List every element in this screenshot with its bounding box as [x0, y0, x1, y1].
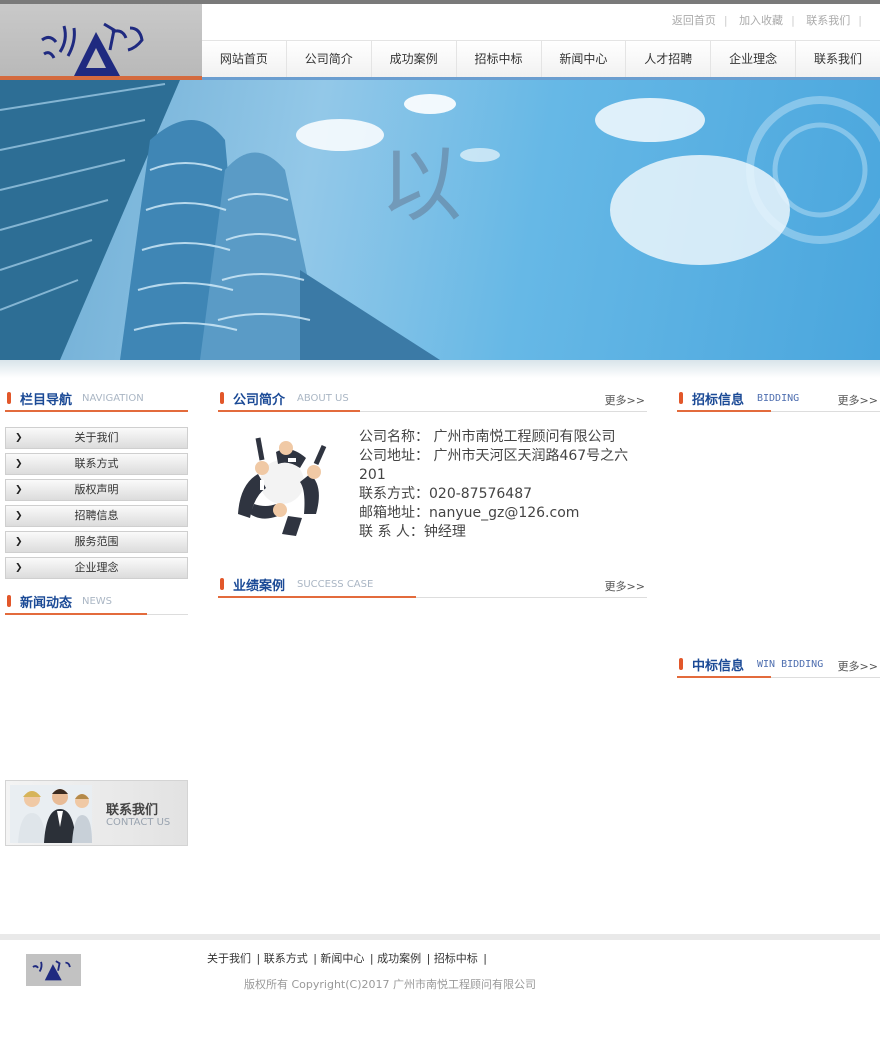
- win-bidding-title: 中标信息: [692, 659, 745, 674]
- company-contact-person: 联 系 人：钟经理: [359, 524, 466, 540]
- nav-news[interactable]: 新闻中心: [542, 41, 627, 78]
- cases-section-header: 业绩案例 SUCCESS CASE 更多>>: [218, 570, 647, 598]
- navigation-subtitle: NAVIGATION: [82, 393, 144, 404]
- nav-contact[interactable]: 联系我们: [796, 41, 880, 78]
- side-nav-contact-method[interactable]: ❯ 联系方式: [5, 453, 188, 475]
- arrow-right-icon: ❯: [15, 433, 23, 443]
- right-column: 招标信息 BIDDING 更多>> 中标信息 WIN BIDDING 更多>>: [677, 384, 880, 678]
- section-marker-icon: [220, 392, 224, 404]
- nav-about[interactable]: 公司简介: [287, 41, 372, 78]
- logo-mark-icon: [32, 960, 71, 981]
- nav-home[interactable]: 网站首页: [202, 41, 287, 78]
- about-subtitle: ABOUT US: [297, 393, 349, 404]
- footer-link-bidding[interactable]: 招标中标: [434, 952, 478, 965]
- footer-copyright: 版权所有 Copyright(C)2017 广州市南悦工程顾问有限公司: [244, 978, 536, 991]
- cases-title: 业绩案例: [233, 579, 286, 594]
- navigation-section-header: 栏目导航 NAVIGATION: [5, 384, 188, 412]
- section-marker-icon: [679, 658, 683, 670]
- section-underline: [677, 410, 771, 412]
- contact-us-banner[interactable]: 联系我们 CONTACT US: [5, 780, 188, 846]
- top-link-home[interactable]: 返回首页: [672, 14, 716, 27]
- contact-us-subtitle: CONTACT US: [106, 817, 171, 828]
- main-nav: 网站首页 公司简介 成功案例 招标中标 新闻中心 人才招聘 企业理念 联系我们: [202, 40, 880, 78]
- footer-link-about[interactable]: 关于我们: [207, 952, 251, 965]
- about-more-link[interactable]: 更多>>: [605, 392, 645, 408]
- cases-subtitle: SUCCESS CASE: [297, 579, 374, 590]
- side-nav-label: 招聘信息: [74, 509, 119, 522]
- footer-logo[interactable]: [26, 954, 81, 986]
- side-nav-copyright[interactable]: ❯ 版权声明: [5, 479, 188, 501]
- side-nav-label: 联系方式: [74, 457, 119, 470]
- banner-shadow: [0, 360, 880, 378]
- navigation-title: 栏目导航: [20, 393, 73, 408]
- news-section-header: 新闻动态 NEWS: [5, 587, 188, 615]
- about-title: 公司简介: [233, 393, 286, 408]
- win-bidding-more-link[interactable]: 更多>>: [838, 658, 878, 674]
- footer-link-news[interactable]: 新闻中心: [320, 952, 364, 965]
- side-nav-label: 关于我们: [74, 431, 119, 444]
- logo[interactable]: [0, 4, 202, 80]
- footer-link-cases[interactable]: 成功案例: [377, 952, 421, 965]
- top-link-favorite[interactable]: 加入收藏: [739, 14, 783, 27]
- left-column: 栏目导航 NAVIGATION ❯ 关于我们 ❯ 联系方式 ❯ 版权声明 ❯ 招聘信息 …: [5, 384, 188, 615]
- news-subtitle: NEWS: [82, 596, 113, 607]
- arrow-right-icon: ❯: [15, 485, 23, 495]
- nav-philosophy[interactable]: 企业理念: [711, 41, 797, 78]
- side-nav-services[interactable]: ❯ 服务范围: [5, 531, 188, 553]
- arrow-right-icon: ❯: [15, 511, 23, 521]
- section-underline: [218, 596, 416, 598]
- business-people-image: [10, 785, 92, 843]
- top-link-contact[interactable]: 联系我们: [806, 14, 850, 27]
- hero-banner: 以: [0, 80, 880, 360]
- footer-links: 关于我们 | 联系方式 | 新闻中心 | 成功案例 | 招标中标 |: [207, 952, 488, 965]
- side-nav-label: 版权声明: [74, 483, 119, 496]
- section-marker-icon: [7, 392, 11, 404]
- contact-us-title: 联系我们: [106, 803, 159, 818]
- bidding-section-header: 招标信息 BIDDING 更多>>: [677, 384, 880, 412]
- company-name: 公司名称： 广州市南悦工程顾问有限公司: [359, 429, 616, 445]
- bidding-more-link[interactable]: 更多>>: [838, 392, 878, 408]
- side-nav-philosophy[interactable]: ❯ 企业理念: [5, 557, 188, 579]
- logo-mark-icon: [41, 22, 144, 76]
- about-section-header: 公司简介 ABOUT US 更多>>: [218, 384, 647, 412]
- middle-column: 公司简介 ABOUT US 更多>> 公司名称： 广州市南悦工程顾问有限公司 公…: [218, 384, 647, 598]
- footer-link-contact[interactable]: 联系方式: [264, 952, 308, 965]
- side-nav-jobs[interactable]: ❯ 招聘信息: [5, 505, 188, 527]
- section-marker-icon: [220, 578, 224, 590]
- side-nav-list: ❯ 关于我们 ❯ 联系方式 ❯ 版权声明 ❯ 招聘信息 ❯ 服务范围 ❯ 企业理念: [5, 427, 188, 579]
- side-nav-label: 服务范围: [74, 535, 119, 548]
- win-bidding-subtitle: WIN BIDDING: [757, 659, 824, 670]
- side-nav-about[interactable]: ❯ 关于我们: [5, 427, 188, 449]
- news-title: 新闻动态: [20, 596, 73, 611]
- nav-jobs[interactable]: 人才招聘: [626, 41, 712, 78]
- arrow-right-icon: ❯: [15, 459, 23, 469]
- section-underline: [677, 676, 771, 678]
- top-links: 返回首页 | 加入收藏 | 联系我们 |: [671, 14, 862, 27]
- team-celebration-image: [218, 424, 348, 542]
- section-marker-icon: [7, 595, 11, 607]
- win-bidding-section-header: 中标信息 WIN BIDDING 更多>>: [677, 650, 880, 678]
- arrow-right-icon: ❯: [15, 537, 23, 547]
- company-address: 公司地址： 广州市天河区天润路467号之六201: [359, 448, 629, 483]
- section-underline: [218, 410, 360, 412]
- bidding-subtitle: BIDDING: [757, 393, 800, 404]
- side-nav-label: 企业理念: [74, 561, 119, 574]
- bidding-title: 招标信息: [692, 393, 745, 408]
- section-underline: [5, 410, 188, 412]
- company-email: 邮箱地址：nanyue_gz@126.com: [359, 505, 580, 521]
- arrow-right-icon: ❯: [15, 563, 23, 573]
- nav-bidding[interactable]: 招标中标: [457, 41, 542, 78]
- company-info: 公司名称： 广州市南悦工程顾问有限公司 公司地址： 广州市天河区天润路467号之…: [359, 428, 644, 542]
- cases-more-link[interactable]: 更多>>: [605, 578, 645, 594]
- section-underline: [5, 613, 147, 615]
- nav-cases[interactable]: 成功案例: [372, 41, 457, 78]
- company-phone: 联系方式：020-87576487: [359, 486, 533, 502]
- footer-divider: [0, 934, 880, 940]
- banner-glyph: 以: [380, 138, 463, 233]
- section-marker-icon: [679, 392, 683, 404]
